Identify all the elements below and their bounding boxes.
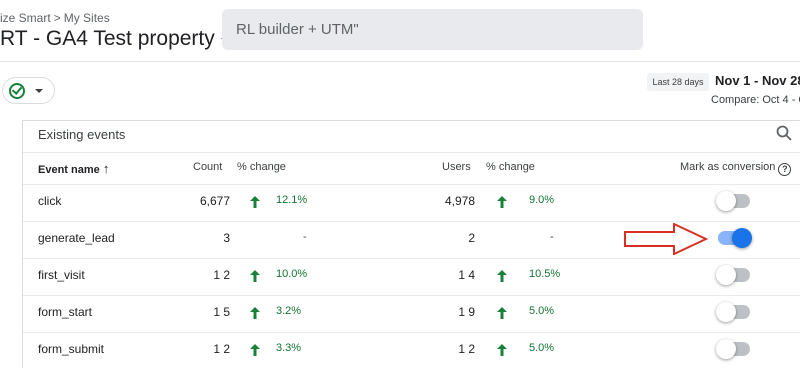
property-name: RT - GA4 Test property (0, 27, 215, 50)
arrow-up-icon (497, 343, 507, 356)
event-name-cell[interactable]: generate_lead (38, 231, 115, 245)
event-name-cell[interactable]: form_start (38, 305, 92, 319)
users-cell: 1 2 (458, 342, 475, 356)
row-divider (23, 332, 800, 333)
column-header-count[interactable]: Count (193, 161, 222, 173)
table-divider (23, 152, 800, 153)
users-cell: 1 9 (458, 305, 475, 319)
annotation-arrow-icon (624, 223, 708, 255)
users-cell: 4,978 (444, 194, 475, 208)
card-title: Existing events (38, 127, 126, 142)
users-cell: 2 (468, 231, 475, 245)
breadcrumb-account[interactable]: ize Smart (0, 11, 51, 25)
users-change-cell: 5.0% (529, 342, 555, 354)
conversion-toggle[interactable] (718, 228, 752, 248)
header-divider (0, 61, 800, 62)
count-cell: 3 (223, 231, 230, 245)
column-header-event-name[interactable]: Event name ↑ (38, 161, 109, 176)
column-header-users[interactable]: Users (442, 161, 471, 173)
users-cell: 1 4 (458, 268, 475, 282)
card-border-top (22, 120, 800, 121)
users-change-cell: - (550, 231, 554, 243)
date-range-chip[interactable]: Last 28 days (647, 73, 709, 91)
card-border-left (22, 120, 23, 368)
arrow-up-icon (250, 269, 260, 282)
row-divider (23, 184, 800, 185)
event-name-cell[interactable]: first_visit (38, 268, 85, 282)
search-input[interactable]: RL builder + UTM" (222, 9, 643, 50)
row-divider (23, 258, 800, 259)
toggle-knob (716, 265, 736, 285)
help-icon[interactable]: ? (778, 163, 792, 176)
breadcrumb: ize Smart > My Sites (0, 11, 110, 25)
event-name-cell[interactable]: form_submit (38, 342, 104, 356)
toggle-knob (716, 302, 736, 322)
status-filter-button[interactable] (2, 77, 55, 104)
count-cell: 1 5 (213, 305, 230, 319)
users-change-cell: 9.0% (529, 194, 555, 206)
arrow-up-icon (497, 306, 507, 319)
compare-range: Compare: Oct 4 - O (711, 94, 800, 106)
conversion-toggle[interactable] (716, 191, 750, 211)
count-change-cell: 3.2% (276, 305, 302, 317)
date-range-picker[interactable]: Nov 1 - Nov 28 (715, 73, 800, 88)
conversion-toggle[interactable] (716, 302, 750, 322)
count-change-cell: 10.0% (276, 268, 308, 280)
conversion-toggle[interactable] (716, 339, 750, 359)
event-name-cell[interactable]: click (38, 194, 61, 208)
check-circle-icon (9, 82, 25, 99)
search-icon[interactable] (776, 125, 792, 141)
count-cell: 1 2 (213, 268, 230, 282)
breadcrumb-separator: > (53, 11, 61, 25)
toggle-knob (716, 339, 736, 359)
conversion-toggle[interactable] (716, 265, 750, 285)
arrow-up-icon (250, 195, 260, 208)
users-change-cell: 10.5% (529, 268, 561, 280)
column-label: Mark as conversion (680, 161, 776, 173)
row-divider (23, 295, 800, 296)
count-cell: 6,677 (199, 194, 230, 208)
column-header-count-change[interactable]: % change (237, 161, 286, 173)
row-divider (23, 221, 800, 222)
count-change-cell: 3.3% (276, 342, 302, 354)
count-change-cell: 12.1% (276, 194, 308, 206)
count-change-cell: - (303, 231, 307, 243)
chevron-down-icon (35, 88, 43, 93)
toggle-knob (732, 228, 752, 248)
users-change-cell: 5.0% (529, 305, 555, 317)
arrow-up-icon (497, 269, 507, 282)
column-header-users-change[interactable]: % change (486, 161, 535, 173)
count-cell: 1 2 (213, 342, 230, 356)
breadcrumb-sites[interactable]: My Sites (64, 11, 110, 25)
arrow-up-icon (250, 343, 260, 356)
arrow-up-icon (250, 306, 260, 319)
search-query-text: RL builder + UTM" (236, 21, 359, 38)
column-header-mark-conversion: Mark as conversion? (680, 161, 792, 176)
sort-arrow-icon: ↑ (102, 161, 110, 176)
column-label: Event name (38, 164, 100, 176)
arrow-up-icon (497, 195, 507, 208)
property-selector[interactable]: RT - GA4 Test property (0, 27, 231, 51)
toggle-knob (716, 191, 736, 211)
